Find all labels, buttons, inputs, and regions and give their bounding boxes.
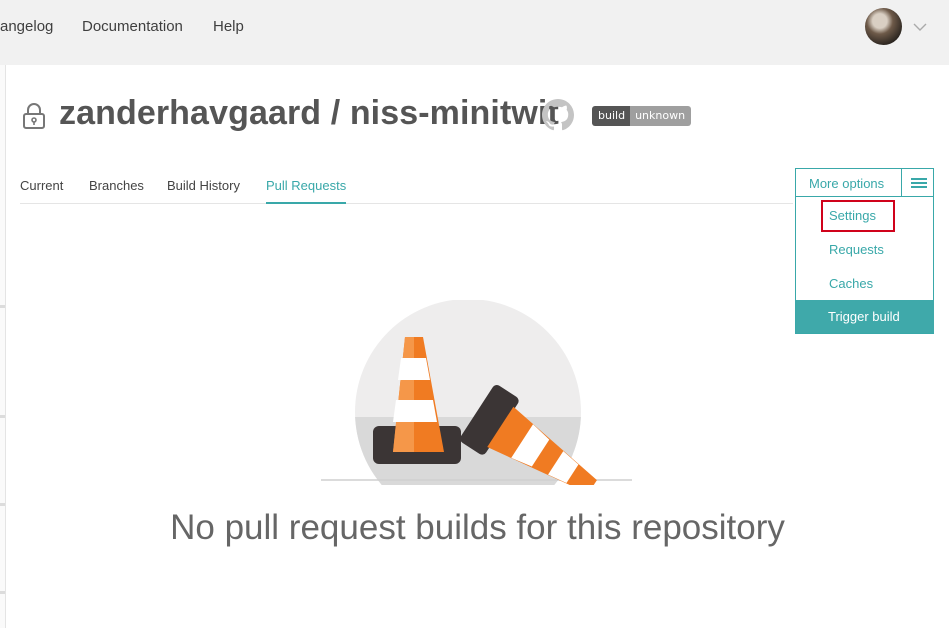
nav-documentation-link[interactable]: Documentation	[82, 18, 183, 35]
tab-pull-requests[interactable]: Pull Requests	[266, 178, 347, 204]
nav-changelog-link[interactable]: angelog	[0, 18, 53, 35]
menu-item-settings[interactable]: Settings	[829, 208, 876, 223]
tab-branches[interactable]: Branches	[89, 178, 144, 193]
badge-label: build	[592, 106, 631, 126]
repo-separator: /	[330, 94, 341, 132]
badge-status: unknown	[630, 106, 692, 126]
repo-title: zanderhavgaard / niss-minitwit	[59, 94, 559, 133]
chevron-down-icon[interactable]	[913, 22, 927, 32]
empty-state-message: No pull request builds for this reposito…	[170, 508, 785, 547]
menu-item-caches[interactable]: Caches	[829, 276, 873, 291]
repo-owner[interactable]: zanderhavgaard	[59, 94, 321, 132]
user-avatar[interactable]	[865, 8, 902, 45]
top-bar: angelog Documentation Help	[0, 0, 949, 65]
menu-item-requests[interactable]: Requests	[829, 242, 884, 257]
hamburger-icon[interactable]	[901, 169, 934, 196]
traffic-cones-illustration	[321, 300, 632, 485]
tab-current[interactable]: Current	[20, 178, 63, 193]
lock-icon	[23, 103, 45, 129]
build-status-badge[interactable]: build unknown	[592, 106, 692, 126]
github-icon[interactable]	[542, 99, 574, 131]
more-options-dropdown: Settings Requests Caches Trigger build	[795, 197, 934, 334]
trigger-build-button[interactable]: Trigger build	[796, 300, 934, 333]
nav-help-link[interactable]: Help	[213, 18, 244, 35]
repo-name[interactable]: niss-minitwit	[350, 94, 559, 132]
tab-build-history[interactable]: Build History	[167, 178, 240, 193]
repo-tabs: Current Branches Build History Pull Requ…	[20, 168, 793, 204]
more-options-button[interactable]: More options	[795, 168, 934, 197]
more-options-label: More options	[809, 176, 885, 191]
